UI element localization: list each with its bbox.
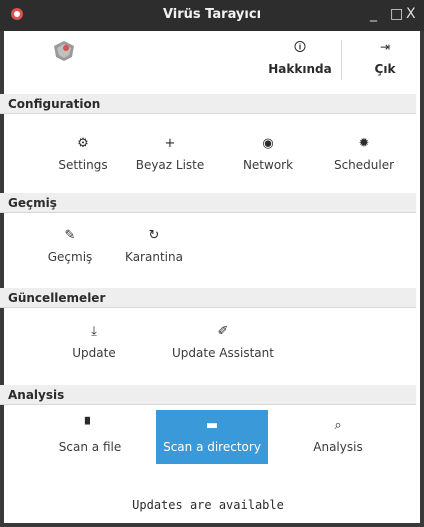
scan-directory-button[interactable]: ▬ Scan a directory xyxy=(156,410,268,464)
folder-icon: ▬ xyxy=(205,418,219,433)
quarantine-label: Karantina xyxy=(125,250,183,264)
file-icon: ▘ xyxy=(85,418,95,433)
update-button[interactable]: ⤓ Update xyxy=(44,324,144,360)
settings-button[interactable]: ⚙ Settings xyxy=(33,136,133,172)
status-message: Updates are available xyxy=(132,498,284,512)
sign-out-icon: ⇥ xyxy=(379,40,391,54)
minimize-button[interactable]: _ xyxy=(370,6,377,22)
window-title: Virüs Tarayıcı xyxy=(162,7,262,22)
about-label: Hakkında xyxy=(268,62,332,76)
exit-label: Çık xyxy=(374,62,396,76)
analysis-label: Analysis xyxy=(313,440,363,454)
section-updates: Güncellemeler xyxy=(0,288,416,308)
section-history: Geçmiş xyxy=(0,193,416,213)
search-icon: ⌕ xyxy=(334,418,342,433)
update-assistant-label: Update Assistant xyxy=(172,346,274,360)
whitelist-button[interactable]: + Beyaz Liste xyxy=(120,136,220,172)
update-label: Update xyxy=(72,346,116,360)
section-configuration: Configuration xyxy=(0,94,416,114)
header-divider xyxy=(341,40,342,80)
scan-file-button[interactable]: ▘ Scan a file xyxy=(40,418,140,454)
scheduler-button[interactable]: ✹ Scheduler xyxy=(314,136,414,172)
network-label: Network xyxy=(242,158,294,172)
about-button[interactable]: 🛈 Hakkında xyxy=(262,40,338,80)
eyedropper-icon: ✐ xyxy=(217,324,229,339)
info-icon: 🛈 xyxy=(293,40,307,54)
network-button[interactable]: ◉ Network xyxy=(218,136,318,172)
download-icon: ⤓ xyxy=(91,324,97,339)
settings-label: Settings xyxy=(58,158,108,172)
scheduler-label: Scheduler xyxy=(333,158,395,172)
gears-icon: ⚙ xyxy=(77,136,89,151)
whitelist-label: Beyaz Liste xyxy=(135,158,205,172)
maximize-button[interactable]: □ xyxy=(390,6,403,22)
close-button[interactable]: X xyxy=(406,6,416,22)
refresh-icon: ↻ xyxy=(148,228,160,243)
app-shield-icon xyxy=(54,41,74,61)
scan-file-label: Scan a file xyxy=(58,440,122,454)
globe-icon: ◉ xyxy=(262,136,274,151)
scan-directory-label: Scan a directory xyxy=(163,440,261,454)
exit-button[interactable]: ⇥ Çık xyxy=(354,40,416,80)
section-analysis: Analysis xyxy=(0,385,416,405)
quarantine-button[interactable]: ↻ Karantina xyxy=(104,228,204,264)
update-assistant-button[interactable]: ✐ Update Assistant xyxy=(163,324,283,360)
plus-icon: + xyxy=(164,136,176,151)
title-bar[interactable]: Virüs Tarayıcı _ □ X xyxy=(0,0,424,31)
analysis-button[interactable]: ⌕ Analysis xyxy=(288,418,388,454)
gear-icon: ✹ xyxy=(358,136,370,151)
